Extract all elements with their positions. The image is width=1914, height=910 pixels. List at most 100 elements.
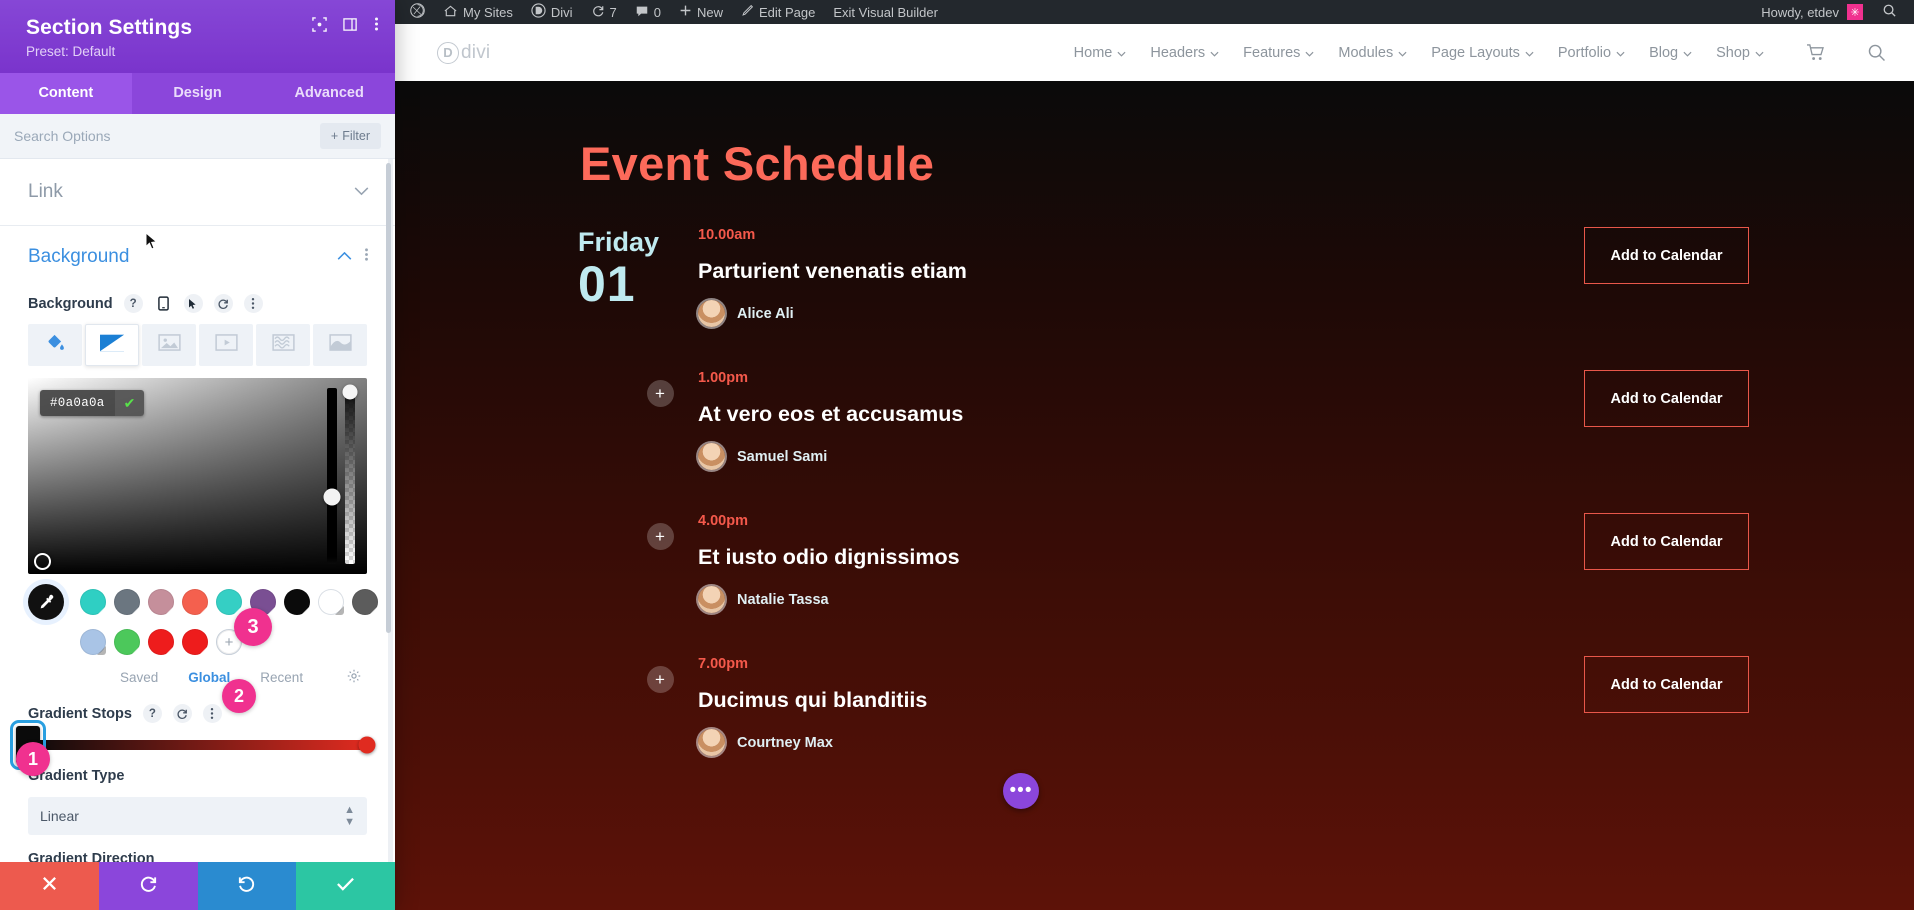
color-picker-area[interactable]: #0a0a0a ✔ — [28, 378, 367, 574]
eyedropper-icon[interactable] — [28, 584, 64, 620]
redo-button[interactable] — [197, 862, 297, 910]
gradient-type-select[interactable]: Linear ▲ ▼ — [28, 797, 367, 835]
undo-button[interactable] — [98, 862, 198, 910]
nav-item-page-layouts[interactable]: Page Layouts — [1431, 45, 1534, 61]
add-to-calendar-button[interactable]: Add to Calendar — [1584, 227, 1749, 284]
save-button[interactable] — [296, 862, 395, 910]
panel-preset[interactable]: Preset: Default — [26, 44, 373, 59]
new-label: New — [696, 4, 723, 20]
site-search-icon[interactable] — [1867, 43, 1886, 62]
nav-item-modules[interactable]: Modules — [1338, 45, 1407, 61]
admin-search-button[interactable] — [1873, 0, 1906, 24]
swatch-tab-recent[interactable]: Recent — [260, 670, 303, 685]
nav-item-portfolio[interactable]: Portfolio — [1558, 45, 1625, 61]
swatch[interactable] — [284, 589, 310, 615]
nav-label: Features — [1243, 44, 1301, 61]
swatch-tab-saved[interactable]: Saved — [120, 670, 158, 685]
add-to-calendar-button[interactable]: Add to Calendar — [1584, 513, 1749, 570]
swatch[interactable] — [148, 629, 174, 655]
vertical-ellipsis-icon[interactable] — [243, 294, 263, 313]
gradient-stops-field: Gradient Stops ? — [0, 686, 395, 723]
section-background-header[interactable]: Background — [0, 226, 395, 276]
gradient-stop-end[interactable] — [358, 736, 376, 754]
nav-item-home[interactable]: Home — [1074, 45, 1127, 61]
nav-item-features[interactable]: Features — [1243, 45, 1314, 61]
bg-type-image[interactable] — [142, 324, 196, 366]
swatch-tab-global[interactable]: Global — [188, 670, 230, 685]
event-title: At vero eos et accusamus — [698, 402, 964, 426]
swatch[interactable] — [182, 629, 208, 655]
speaker-name: Natalie Tassa — [737, 591, 829, 608]
hue-slider-handle[interactable] — [323, 488, 341, 506]
responsive-phone-icon[interactable] — [154, 294, 173, 313]
swatch[interactable] — [114, 629, 140, 655]
panel-scrollbar-thumb[interactable] — [386, 163, 391, 633]
shopping-cart-icon[interactable] — [1806, 44, 1825, 61]
focus-target-icon[interactable] — [312, 16, 327, 32]
gear-icon[interactable] — [347, 669, 361, 686]
help-icon[interactable]: ? — [123, 294, 143, 313]
row-insert-slot: + — [625, 370, 695, 513]
event-time: 4.00pm — [698, 513, 748, 529]
chevron-up-icon[interactable] — [337, 248, 352, 266]
tab-advanced[interactable]: Advanced — [263, 73, 395, 114]
alpha-slider-handle[interactable] — [342, 384, 358, 400]
check-icon[interactable]: ✔ — [114, 390, 145, 416]
site-logo[interactable]: D divi — [437, 41, 490, 64]
exit-visual-builder-button[interactable]: Exit Visual Builder — [824, 0, 947, 24]
alpha-slider[interactable] — [342, 384, 358, 564]
nav-item-blog[interactable]: Blog — [1649, 45, 1692, 61]
bg-type-color[interactable] — [28, 324, 82, 366]
divi-button[interactable]: Divi — [522, 0, 582, 24]
column-layout-icon[interactable] — [343, 17, 358, 32]
add-row-button[interactable]: + — [646, 523, 674, 550]
help-icon[interactable]: ? — [142, 704, 162, 723]
bg-type-gradient[interactable] — [85, 324, 139, 366]
bg-type-video[interactable] — [199, 324, 253, 366]
tab-design[interactable]: Design — [132, 73, 264, 114]
gradient-stops-bar[interactable] — [10, 720, 376, 770]
filter-button[interactable]: + Filter — [319, 123, 381, 149]
close-button[interactable] — [0, 862, 99, 910]
swatch[interactable] — [80, 589, 106, 615]
comments-button[interactable]: 0 — [626, 0, 670, 24]
hex-input[interactable]: #0a0a0a — [40, 390, 115, 416]
add-row-button[interactable]: + — [646, 666, 674, 693]
nav-item-shop[interactable]: Shop — [1716, 45, 1764, 61]
vertical-ellipsis-icon[interactable] — [364, 247, 369, 267]
wordpress-logo-button[interactable] — [401, 0, 434, 24]
day-number: 01 — [578, 256, 636, 312]
color-picker-handle[interactable] — [34, 553, 51, 570]
add-row-button[interactable]: + — [646, 380, 674, 407]
my-sites-button[interactable]: My Sites — [434, 0, 522, 24]
tab-content[interactable]: Content — [0, 73, 132, 114]
module-options-fab[interactable]: ••• — [1003, 773, 1039, 809]
new-button[interactable]: New — [670, 0, 732, 24]
swatch[interactable] — [114, 589, 140, 615]
section-link[interactable]: Link — [0, 159, 395, 226]
bg-type-pattern[interactable] — [256, 324, 310, 366]
bg-type-mask[interactable] — [313, 324, 367, 366]
nav-item-headers[interactable]: Headers — [1150, 45, 1219, 61]
vertical-ellipsis-icon[interactable] — [374, 16, 379, 32]
updates-button[interactable]: 7 — [582, 0, 626, 24]
swatch[interactable] — [352, 589, 378, 615]
edit-page-button[interactable]: Edit Page — [732, 0, 824, 24]
reset-icon[interactable] — [172, 704, 192, 723]
add-to-calendar-button[interactable]: Add to Calendar — [1584, 370, 1749, 427]
panel-scrollbar-track[interactable] — [386, 159, 393, 862]
add-to-calendar-button[interactable]: Add to Calendar — [1584, 656, 1749, 713]
vertical-ellipsis-icon[interactable] — [202, 704, 222, 723]
reset-icon[interactable] — [213, 294, 233, 313]
hue-slider[interactable] — [323, 388, 341, 564]
account-menu[interactable]: Howdy, etdev ✳ — [1751, 4, 1873, 20]
swatch[interactable] — [318, 589, 344, 615]
hover-cursor-icon[interactable] — [183, 294, 203, 313]
chevron-updown-icon: ▲ ▼ — [344, 803, 355, 828]
swatch[interactable] — [216, 589, 242, 615]
swatch[interactable] — [182, 589, 208, 615]
swatch[interactable] — [80, 629, 106, 655]
search-input[interactable] — [14, 128, 310, 144]
swatch[interactable] — [148, 589, 174, 615]
exit-visual-builder-label: Exit Visual Builder — [833, 4, 938, 20]
